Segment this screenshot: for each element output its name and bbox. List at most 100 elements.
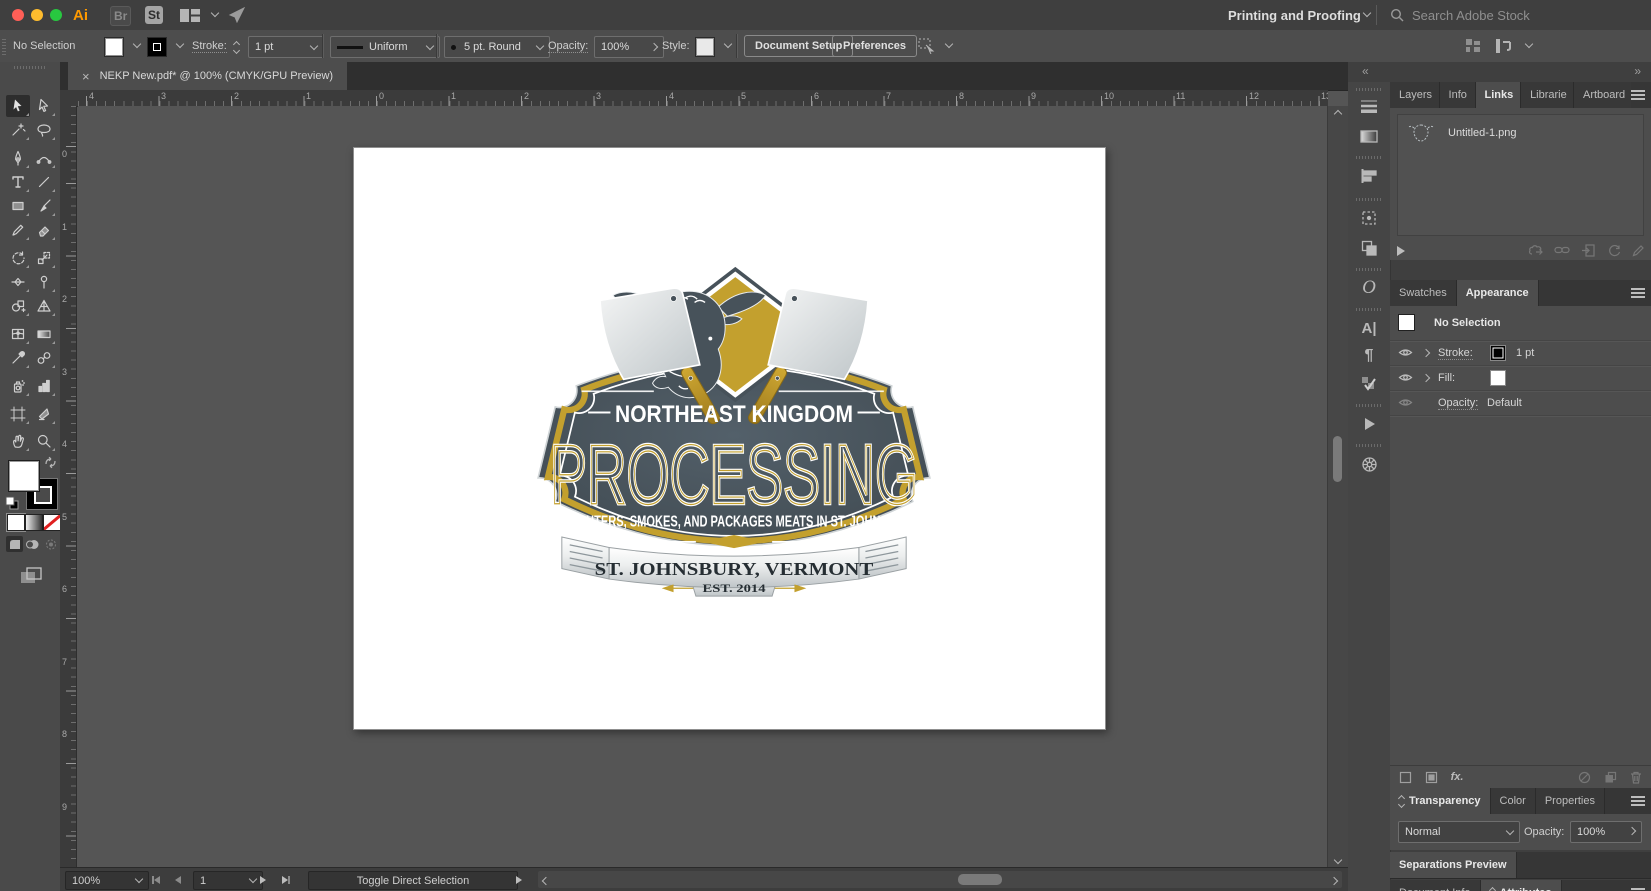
draw-inside-mode-button[interactable] (42, 536, 59, 552)
appearance-row-stroke[interactable]: Stroke: 1 pt (1390, 341, 1651, 365)
tab-appearance[interactable]: Appearance (1456, 280, 1539, 306)
link-item-name[interactable]: Untitled-1.png (1448, 127, 1517, 139)
next-artboard-icon[interactable] (260, 875, 266, 887)
none-mode-button[interactable] (43, 514, 61, 531)
character-panel-icon[interactable]: A| (1352, 316, 1386, 340)
strip-grip[interactable] (1356, 404, 1382, 407)
appearance-row-fill[interactable]: Fill: (1390, 366, 1651, 390)
first-artboard-icon[interactable] (152, 875, 160, 887)
separations-preview-panel-icon[interactable] (1352, 452, 1386, 476)
fill-chevron-icon[interactable] (132, 39, 142, 49)
strip-grip[interactable] (1356, 444, 1382, 447)
paragraph-panel-icon[interactable]: ¶ (1352, 344, 1386, 368)
tab-links[interactable]: Links (1475, 82, 1522, 108)
transparency-opacity-field[interactable]: 100% (1570, 821, 1642, 843)
last-artboard-icon[interactable] (282, 875, 290, 887)
panel-dock-chevron-icon[interactable] (1524, 39, 1534, 49)
logo-artwork[interactable]: NORTHEAST KINGDOM PROCESSING PROCESSING … (504, 261, 964, 608)
delete-item-icon[interactable] (1625, 768, 1647, 786)
stock-app-icon[interactable]: St (145, 6, 163, 24)
stroke-weight-stepper[interactable] (232, 38, 243, 55)
stroke-attr-value[interactable]: 1 pt (1516, 347, 1534, 359)
appearance-row-selection[interactable]: No Selection (1390, 306, 1651, 340)
flattener-preview-panel-icon[interactable] (1352, 372, 1386, 396)
stroke-chevron-icon[interactable] (175, 39, 185, 49)
strip-grip[interactable] (1356, 156, 1382, 159)
opacity-label[interactable]: Opacity: (548, 40, 589, 53)
visibility-eye-icon[interactable] (1398, 397, 1413, 411)
tab-info[interactable]: Info (1439, 82, 1476, 108)
panel-dock-icon[interactable] (1496, 39, 1514, 56)
strip-grip[interactable] (1356, 308, 1382, 311)
hand-tool[interactable] (6, 430, 30, 452)
isolate-chevron-icon[interactable] (944, 39, 954, 49)
fill-proxy-swatch[interactable] (8, 460, 40, 492)
blend-mode-select[interactable]: Normal (1398, 821, 1520, 843)
pasteboard[interactable]: NORTHEAST KINGDOM PROCESSING PROCESSING … (78, 106, 1328, 868)
fill-attr-swatch[interactable] (1490, 370, 1506, 386)
column-graph-tool[interactable] (32, 375, 56, 397)
workspace-layout-icon[interactable] (180, 9, 200, 25)
link-info-toggle-icon[interactable] (1397, 246, 1405, 256)
close-document-icon[interactable]: × (82, 69, 90, 84)
tab-libraries[interactable]: Librarie (1521, 82, 1574, 108)
relink-from-cc-icon[interactable] (1525, 241, 1547, 259)
edit-original-icon[interactable] (1627, 241, 1649, 259)
tab-color[interactable]: Color (1490, 788, 1536, 814)
transparency-panel-menu-icon[interactable] (1631, 788, 1651, 814)
fill-color-swatch[interactable] (104, 37, 124, 57)
shape-builder-tool[interactable] (6, 295, 30, 317)
horizontal-ruler[interactable]: 4 3 2 1 0 1 2 3 4 5 6 7 8 9 10 11 12 13 (78, 90, 1328, 107)
screen-mode-button[interactable] (20, 567, 42, 588)
artboard-number-field[interactable]: 1 (193, 871, 263, 890)
draw-normal-mode-button[interactable] (6, 536, 23, 552)
close-window-button[interactable] (12, 9, 24, 21)
stroke-weight-field[interactable]: 1 pt (248, 36, 324, 58)
stroke-attr-label[interactable]: Stroke: (1438, 347, 1473, 360)
stroke-attr-swatch[interactable] (1490, 345, 1506, 361)
pencil-tool[interactable] (6, 219, 30, 241)
gradient-panel-icon[interactable] (1352, 124, 1386, 148)
width-tool[interactable] (6, 271, 30, 293)
expand-stroke-icon[interactable] (1421, 348, 1431, 358)
eyedropper-tool[interactable] (6, 347, 30, 369)
style-chevron-icon[interactable] (723, 39, 733, 49)
perspective-grid-tool[interactable] (32, 295, 56, 317)
gradient-mode-button[interactable] (25, 514, 43, 531)
scale-tool[interactable] (32, 247, 56, 269)
strip-grip[interactable] (1356, 198, 1382, 201)
duplicate-item-icon[interactable] (1599, 768, 1621, 786)
status-display-field[interactable]: Toggle Direct Selection (308, 871, 518, 890)
selection-tool[interactable] (6, 95, 30, 117)
artboard-tool[interactable] (6, 403, 30, 425)
gradient-tool[interactable] (32, 323, 56, 345)
default-fill-stroke-icon[interactable] (5, 496, 19, 513)
mesh-tool[interactable] (6, 323, 30, 345)
pen-tool[interactable] (6, 147, 30, 169)
opacity-attr-value[interactable]: Default (1487, 397, 1522, 409)
expand-fill-icon[interactable] (1421, 373, 1431, 383)
scroll-right-icon[interactable] (1329, 875, 1339, 887)
update-link-icon[interactable] (1603, 241, 1625, 259)
variable-width-profile-field[interactable]: Uniform (330, 36, 440, 58)
tab-transparency[interactable]: Transparency (1390, 788, 1491, 814)
swap-fill-stroke-icon[interactable] (44, 456, 57, 472)
preferences-button[interactable]: Preferences (832, 35, 917, 57)
collapse-dock-icon[interactable]: « (1362, 64, 1369, 78)
workspace-switcher[interactable]: Printing and Proofing (1228, 8, 1361, 23)
symbol-sprayer-tool[interactable] (6, 375, 30, 397)
stroke-label[interactable]: Stroke: (192, 40, 227, 53)
opentype-panel-icon[interactable]: O (1352, 276, 1386, 300)
horizontal-scrollbar[interactable] (538, 871, 1342, 888)
stroke-color-swatch[interactable] (147, 37, 167, 57)
paintbrush-tool[interactable] (32, 195, 56, 217)
type-tool[interactable] (6, 171, 30, 193)
controlbar-grip[interactable] (2, 37, 6, 55)
visibility-eye-icon[interactable] (1398, 372, 1413, 386)
go-to-link-icon[interactable] (1577, 241, 1599, 259)
relink-icon[interactable] (1551, 241, 1573, 259)
bridge-app-icon[interactable]: Br (110, 6, 132, 26)
rotate-tool[interactable] (6, 247, 30, 269)
direct-selection-tool[interactable] (32, 95, 56, 117)
add-new-stroke-icon[interactable] (1394, 768, 1416, 786)
